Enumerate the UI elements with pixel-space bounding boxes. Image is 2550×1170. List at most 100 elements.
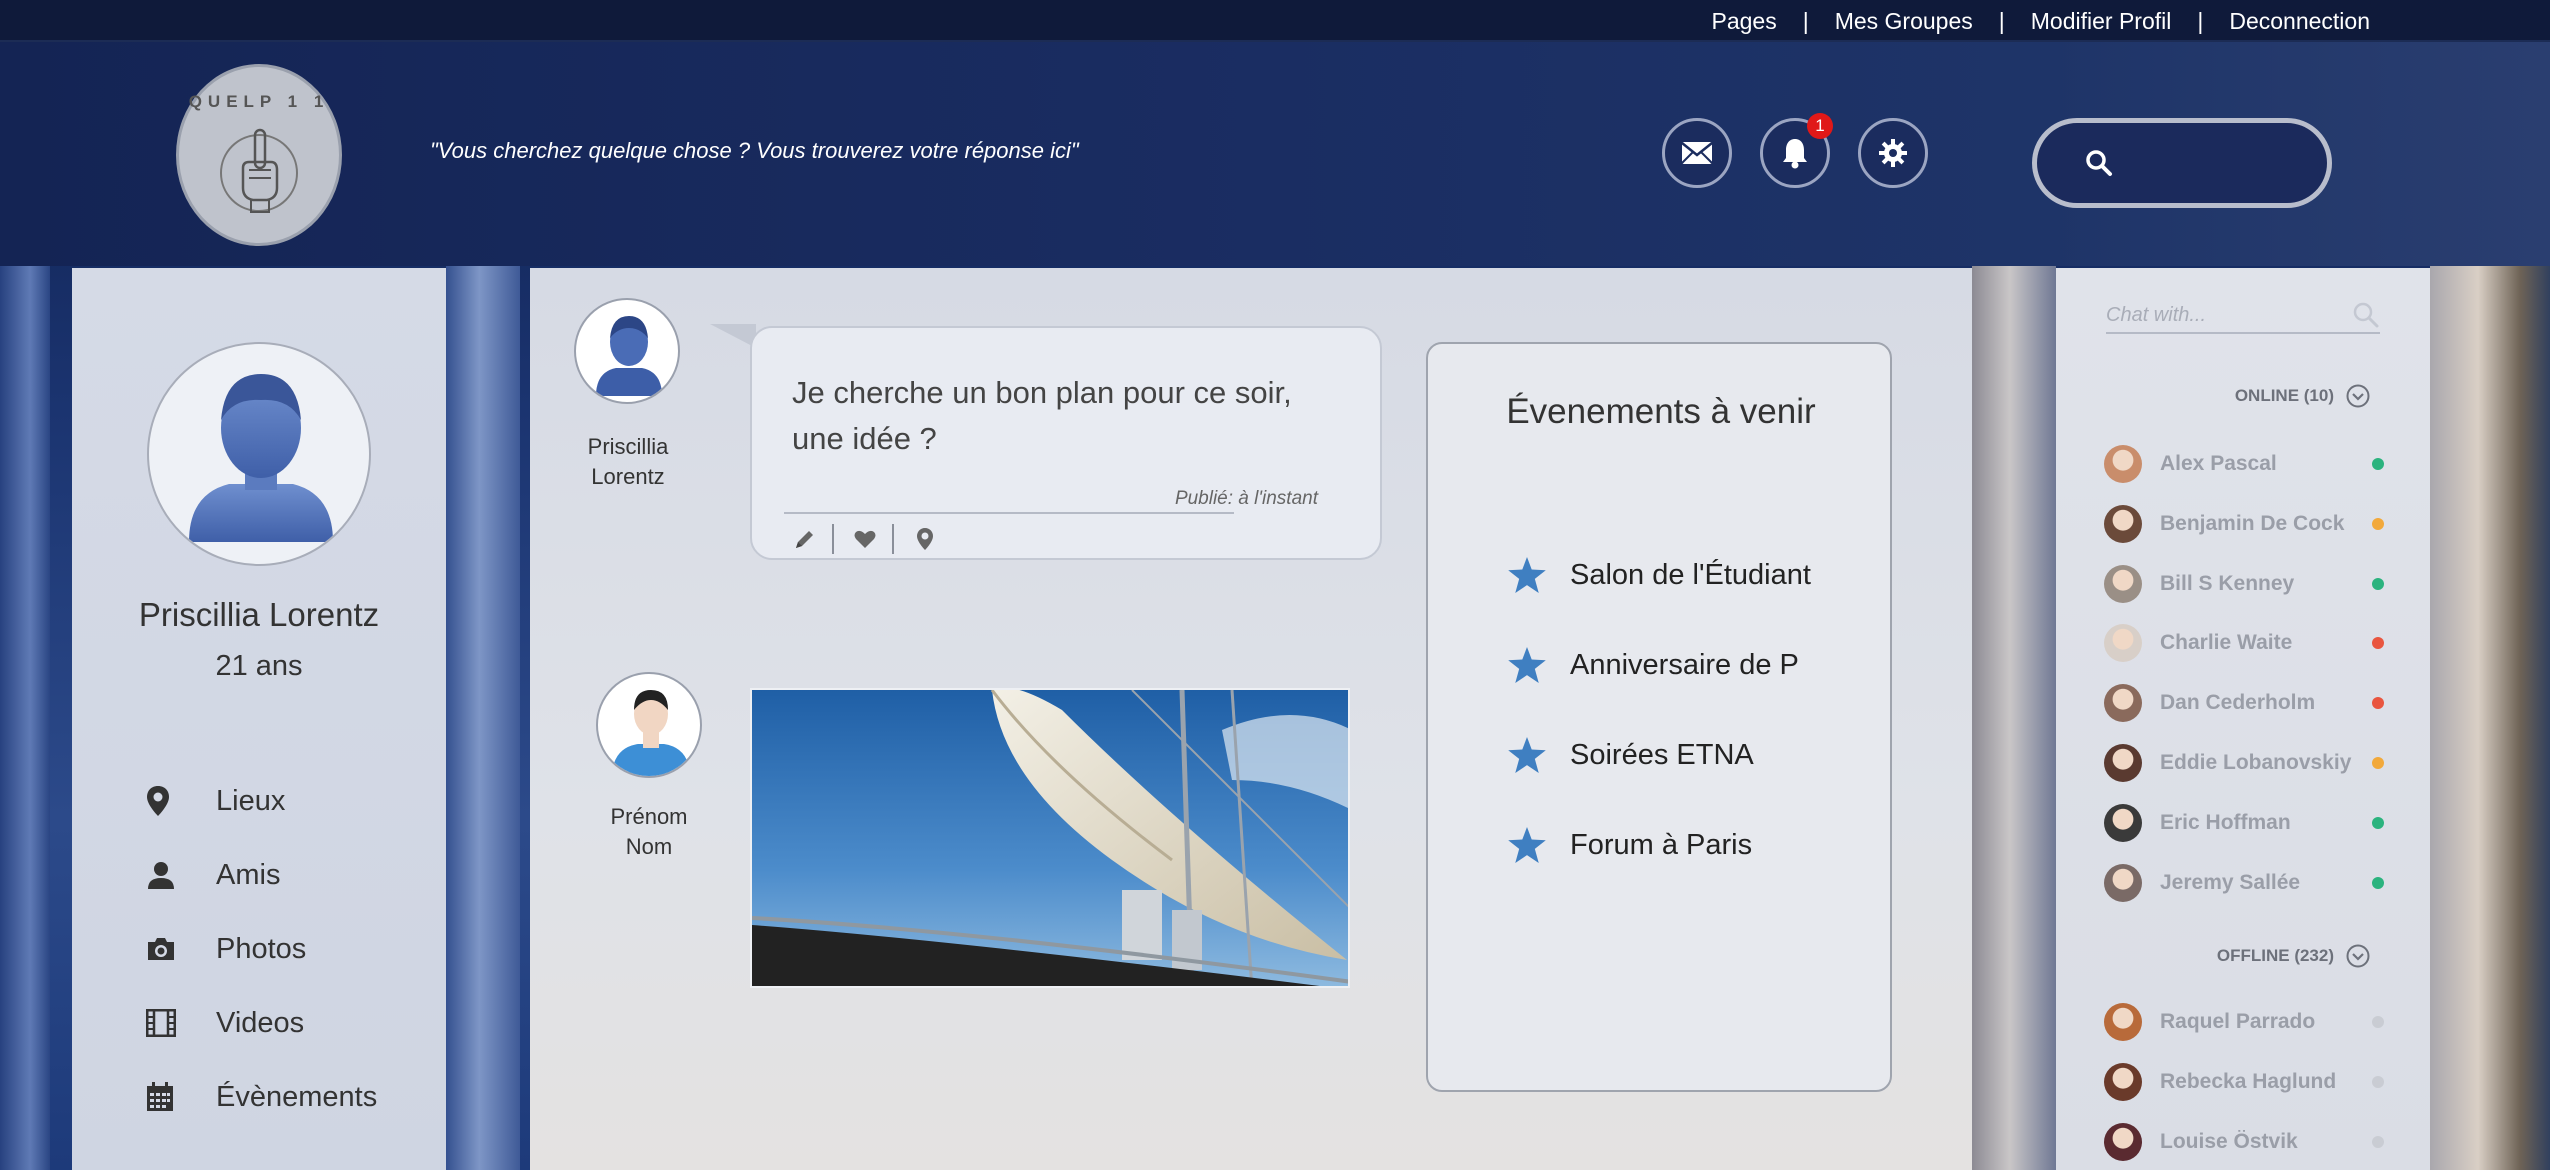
chat-contact[interactable]: Dan Cederholm	[2104, 683, 2384, 723]
profile-age: 21 ans	[215, 650, 303, 682]
profile-panel: Priscillia Lorentz 21 ans Lieux Amis Pho…	[72, 268, 446, 1170]
nav-link-modifier-profil[interactable]: Modifier Profil	[2031, 8, 2172, 35]
background-streak	[2430, 265, 2550, 1170]
contact-avatar	[2104, 564, 2142, 603]
chat-contact[interactable]: Raquel Parrado	[2104, 1002, 2384, 1042]
status-dot	[2372, 637, 2384, 650]
contact-name: Bill S Kenney	[2160, 571, 2295, 595]
notifications-button[interactable]: 1	[1760, 113, 1833, 188]
bell-icon	[1783, 139, 1807, 169]
status-dot	[2372, 1135, 2384, 1148]
status-dot	[2372, 1016, 2384, 1028]
menu-item-lieux[interactable]: Lieux	[146, 764, 377, 838]
menu-item-videos[interactable]: Videos	[146, 986, 377, 1060]
menu-item-label: Évènements	[216, 1080, 378, 1113]
edit-button[interactable]	[792, 526, 818, 552]
chat-contact[interactable]: Eddie Lobanovskiy	[2104, 743, 2384, 783]
chat-contact[interactable]: Jeremy Sallée	[2104, 863, 2384, 903]
like-button[interactable]	[852, 526, 878, 552]
profile-name: Priscillia Lorentz	[138, 596, 380, 633]
menu-item-photos[interactable]: Photos	[146, 912, 377, 986]
nav-separator: |	[1802, 7, 1809, 34]
event-label: Soirées ETNA	[1570, 738, 1754, 771]
chat-contact[interactable]: Benjamin De Cock	[2104, 504, 2384, 544]
nav-separator: |	[1998, 7, 2005, 34]
user-silhouette-icon	[596, 316, 662, 396]
contact-name: Raquel Parrado	[2160, 1010, 2316, 1033]
search-icon[interactable]	[2352, 301, 2380, 329]
person-icon	[148, 862, 174, 889]
contact-name: Dan Cederholm	[2160, 691, 2316, 715]
search-icon[interactable]	[2085, 149, 2113, 177]
mail-icon	[1681, 142, 1713, 164]
post-bubble: Je cherche un bon plan pour ce soir, une…	[750, 326, 1382, 560]
logo[interactable]: QUELP 1 1	[176, 64, 342, 246]
profile-menu: Lieux Amis Photos Videos Évènements	[146, 764, 377, 1134]
contact-name: Eric Hoffman	[2160, 810, 2291, 834]
event-item[interactable]: Salon de l'Étudiant	[1508, 530, 1811, 620]
star-icon	[1508, 557, 1546, 593]
sailboat-photo	[752, 690, 1348, 986]
background-streak	[1972, 265, 2056, 1170]
event-item[interactable]: Soirées ETNA	[1508, 710, 1811, 800]
author-first-name: Prénom	[610, 804, 688, 829]
contact-avatar	[2104, 1003, 2142, 1041]
post-author-name[interactable]: Prénom Nom	[576, 802, 722, 862]
online-label: ONLINE (10)	[2234, 386, 2334, 405]
pencil-icon	[796, 531, 813, 548]
menu-item-amis[interactable]: Amis	[146, 838, 377, 912]
gear-icon	[1879, 139, 1907, 167]
post-divider	[784, 512, 1234, 514]
chat-search	[2106, 298, 2380, 334]
contact-name: Louise Östvik	[2160, 1129, 2298, 1153]
menu-item-evenements[interactable]: Évènements	[146, 1060, 377, 1134]
contact-avatar	[2104, 624, 2142, 663]
logo-text: QUELP 1 1	[188, 92, 330, 111]
menu-item-label: Photos	[216, 932, 307, 965]
post-photo[interactable]	[750, 688, 1350, 988]
profile-avatar[interactable]	[147, 342, 371, 566]
settings-button[interactable]	[1858, 118, 1928, 188]
tagline: "Vous cherchez quelque chose ? Vous trou…	[430, 138, 1079, 163]
post-author-avatar[interactable]	[596, 672, 702, 778]
nav-link-pages[interactable]: Pages	[1712, 8, 1777, 35]
contact-name: Alex Pascal	[2160, 452, 2277, 475]
chat-contact[interactable]: Eric Hoffman	[2104, 803, 2384, 843]
contact-name: Jeremy Sallée	[2160, 870, 2301, 894]
search-input[interactable]	[2129, 150, 2309, 176]
chat-contact[interactable]: Bill S Kenney	[2104, 564, 2384, 604]
chat-contact[interactable]: Rebecka Haglund	[2104, 1062, 2384, 1102]
contact-avatar	[2104, 445, 2142, 483]
contact-avatar	[2104, 863, 2142, 902]
chat-search-input[interactable]	[2106, 303, 2326, 327]
background-streak	[446, 265, 520, 1170]
header: QUELP 1 1 "Vous cherchez quelque chose ?…	[0, 42, 2550, 266]
feed-panel: Priscillia Lorentz Je cherche un bon pla…	[530, 268, 1972, 1170]
messages-button[interactable]	[1662, 118, 1732, 188]
author-first-name: Priscillia	[587, 434, 669, 459]
menu-item-label: Lieux	[216, 784, 286, 817]
event-item[interactable]: Forum à Paris	[1508, 800, 1811, 890]
nav-separator: |	[2197, 7, 2204, 34]
contact-avatar	[2104, 803, 2142, 842]
user-silhouette-icon	[189, 374, 333, 542]
offline-header[interactable]: OFFLINE (232)	[2217, 944, 2370, 968]
post-author-avatar[interactable]	[574, 298, 680, 404]
star-icon	[1508, 647, 1546, 683]
post-author-name[interactable]: Priscillia Lorentz	[558, 432, 698, 492]
location-button[interactable]	[912, 526, 938, 552]
action-separator	[832, 524, 834, 554]
top-nav: Pages | Mes Groupes | Modifier Profil | …	[1712, 0, 2371, 42]
event-item[interactable]: Anniversaire de P	[1508, 620, 1811, 710]
chat-contact[interactable]: Alex Pascal	[2104, 444, 2384, 484]
status-dot	[2372, 816, 2384, 829]
contact-name: Benjamin De Cock	[2160, 511, 2345, 535]
nav-link-deconnection[interactable]: Deconnection	[2229, 8, 2370, 35]
online-header[interactable]: ONLINE (10)	[2235, 384, 2370, 408]
contact-avatar	[2104, 744, 2142, 782]
chat-contact[interactable]: Charlie Waite	[2104, 623, 2384, 663]
star-icon	[1508, 737, 1546, 773]
chat-contact[interactable]: Louise Östvik	[2104, 1122, 2384, 1162]
nav-link-mes-groupes[interactable]: Mes Groupes	[1835, 8, 1973, 35]
menu-item-label: Amis	[216, 858, 281, 891]
